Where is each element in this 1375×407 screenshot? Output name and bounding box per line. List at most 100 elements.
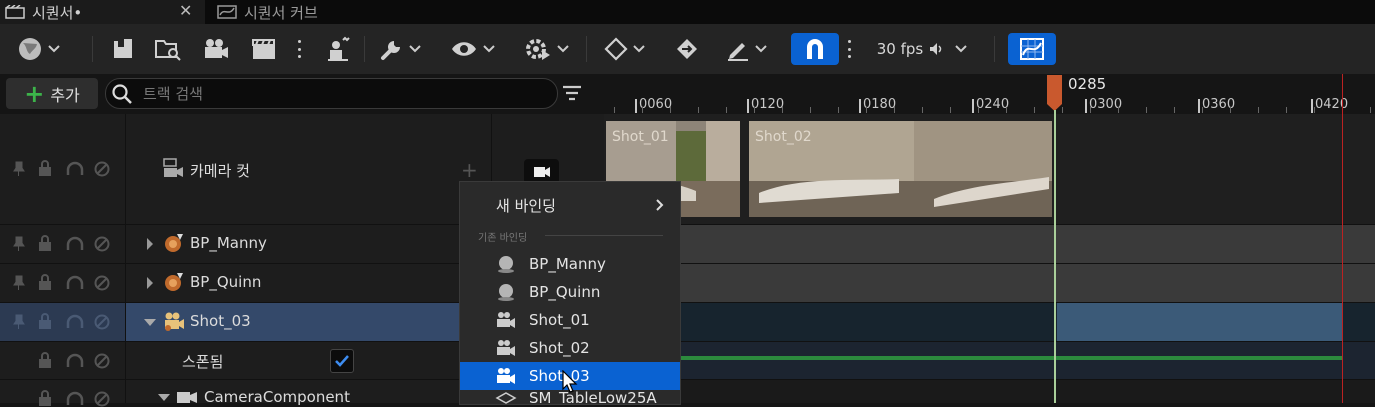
section-label: Shot_01 (612, 129, 669, 145)
mute-icon[interactable] (94, 275, 110, 291)
collapse-arrow-icon[interactable] (157, 392, 171, 402)
tab-sequencer-curves[interactable]: 시퀀서 커브 (212, 0, 412, 24)
ruler-minor-tick (866, 107, 867, 113)
camera-button[interactable] (198, 33, 234, 65)
tab-bar: 시퀀서• ✕ 시퀀서 커브 (0, 0, 1375, 24)
pin-icon[interactable] (12, 275, 26, 291)
ruler-minor-tick (642, 107, 643, 113)
chevron-right-icon (656, 199, 664, 211)
menu-item-bp-quinn[interactable]: BP_Quinn (460, 278, 680, 306)
pin-icon[interactable] (12, 161, 26, 177)
playhead-line (1054, 110, 1056, 403)
close-icon[interactable]: ✕ (179, 1, 192, 20)
ruler-minor-tick (1174, 107, 1175, 113)
toolbar-divider (364, 36, 365, 62)
find-in-browser-button[interactable] (150, 33, 186, 65)
mute-icon[interactable] (94, 314, 110, 330)
mute-icon[interactable] (94, 161, 110, 177)
track-controls (0, 114, 126, 224)
track-lane-bp-quinn[interactable] (604, 264, 1375, 303)
auto-key-button[interactable] (672, 33, 702, 65)
mute-icon[interactable] (94, 353, 110, 369)
render-movie-button[interactable] (246, 33, 282, 65)
snap-toggle-button[interactable] (791, 33, 839, 65)
lock-icon[interactable] (38, 160, 52, 176)
chevron-down-icon (632, 45, 645, 53)
track-lane-camera-component[interactable] (604, 380, 1375, 403)
chevron-down-icon (47, 45, 60, 53)
menu-item-new-binding[interactable]: 새 바인딩 (460, 191, 680, 219)
playhead-handle[interactable] (1046, 74, 1063, 112)
headphones-icon[interactable] (66, 161, 84, 177)
headphones-icon[interactable] (66, 236, 84, 252)
lock-icon[interactable] (38, 390, 52, 406)
track-search-input[interactable] (141, 83, 545, 104)
ruler-minor-tick (1034, 107, 1035, 113)
menu-item-label: SM_TableLow25A (529, 390, 657, 404)
ruler-minor-tick (894, 107, 895, 113)
track-lane-spawned[interactable] (604, 342, 1375, 380)
kebab-icon (847, 40, 851, 58)
more-options-button[interactable] (292, 33, 306, 65)
sequencer-icon (5, 5, 25, 19)
headphones-icon[interactable] (66, 391, 84, 407)
menu-item-shot-02[interactable]: Shot_02 (460, 334, 680, 362)
settings-button[interactable] (520, 33, 572, 65)
track-controls (0, 380, 126, 407)
collapse-arrow-icon[interactable] (143, 317, 157, 327)
curve-editor-toggle-button[interactable] (1008, 33, 1056, 65)
menu-item-label: Shot_02 (529, 339, 590, 357)
frame-rate-label: 30 fps (876, 40, 924, 58)
expand-arrow-icon[interactable] (145, 237, 155, 251)
headphones-icon[interactable] (66, 275, 84, 291)
add-track-button[interactable]: + 추가 (6, 78, 98, 109)
mute-icon[interactable] (94, 391, 110, 407)
pencil-icon (727, 43, 748, 61)
curve-editor-icon (217, 5, 237, 19)
mute-icon[interactable] (94, 236, 110, 252)
snap-options-button[interactable] (842, 33, 856, 65)
tab-sequencer[interactable]: 시퀀서• ✕ (0, 0, 205, 24)
add-track-plus-icon[interactable]: + (461, 158, 478, 182)
actor-options-button[interactable] (320, 33, 356, 65)
ruler-minor-tick (1286, 107, 1287, 113)
save-button[interactable] (108, 33, 138, 65)
expand-arrow-icon[interactable] (145, 276, 155, 290)
actor-icon (165, 234, 183, 252)
frame-rate-dropdown[interactable]: 30 fps (870, 33, 974, 65)
track-label: BP_Quinn (190, 273, 262, 291)
lock-icon[interactable] (38, 235, 52, 251)
track-label: CameraComponent (204, 388, 350, 406)
edit-mode-button[interactable] (720, 33, 772, 65)
world-button[interactable] (12, 33, 64, 65)
ruler-minor-tick (1202, 107, 1203, 113)
filter-icon[interactable] (561, 82, 583, 104)
lock-icon[interactable] (38, 274, 52, 290)
pin-icon[interactable] (12, 314, 26, 330)
toolbar: 30 fps (0, 24, 1375, 74)
camera-cut-section-shot-02[interactable]: Shot_02 (749, 121, 1052, 217)
camera-actor-icon (165, 312, 184, 331)
lock-icon[interactable] (38, 352, 52, 368)
clapperboard-icon (252, 39, 275, 59)
track-search-box[interactable] (105, 78, 558, 109)
spawned-checkbox[interactable] (330, 349, 354, 373)
menu-item-bp-manny[interactable]: BP_Manny (460, 250, 680, 278)
lock-icon[interactable] (38, 313, 52, 329)
menu-item-label: BP_Quinn (529, 283, 601, 301)
track-lane-shot-03[interactable] (604, 303, 1375, 342)
view-options-button[interactable] (446, 33, 498, 65)
headphones-icon[interactable] (66, 314, 84, 330)
audio-speaker-icon (930, 43, 942, 55)
tools-button[interactable] (374, 33, 426, 65)
track-lane-bp-manny[interactable] (604, 225, 1375, 264)
timeline-ruler[interactable]: 0060 0120 0180 0240 0300 0360 0420 (604, 74, 1375, 114)
ruler-minor-tick (1258, 107, 1259, 113)
headphones-icon[interactable] (66, 353, 84, 369)
ruler-minor-tick (838, 107, 839, 113)
menu-item-shot-01[interactable]: Shot_01 (460, 306, 680, 334)
ruler-tick-label: 0180 (858, 97, 897, 113)
ruler-minor-tick (1146, 107, 1147, 113)
key-options-button[interactable] (598, 33, 650, 65)
pin-icon[interactable] (12, 236, 26, 252)
